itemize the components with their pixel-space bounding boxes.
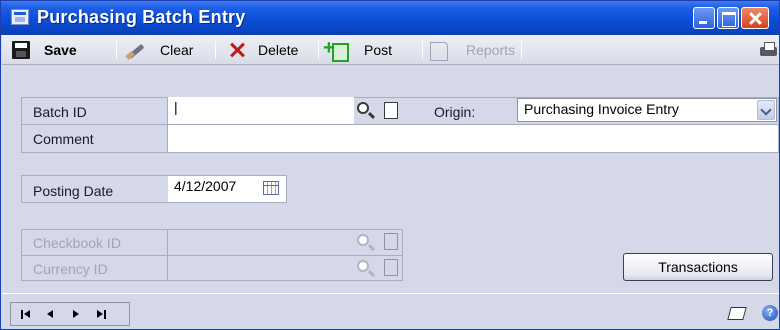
minimize-button[interactable] <box>693 7 715 29</box>
reports-button[interactable]: Reports <box>428 35 515 65</box>
batch-id-lookup-icon[interactable] <box>357 102 369 114</box>
posting-date-value: 4/12/2007 <box>174 178 237 194</box>
next-record-icon[interactable] <box>73 310 79 318</box>
comment-label: Comment <box>33 131 94 147</box>
checkbook-id-input <box>168 230 354 255</box>
currency-id-label: Currency ID <box>33 261 108 277</box>
clear-label: Clear <box>160 42 194 58</box>
eraser-icon <box>126 41 144 59</box>
toolbar-separator <box>521 41 522 59</box>
post-label: Post <box>364 42 393 58</box>
origin-value: Purchasing Invoice Entry <box>524 101 679 117</box>
chevron-down-icon[interactable] <box>757 100 775 120</box>
checkbook-lookup-icon <box>357 234 369 246</box>
delete-label: Delete <box>258 42 299 58</box>
origin-dropdown[interactable]: Purchasing Invoice Entry <box>517 98 777 122</box>
transactions-button[interactable]: Transactions <box>623 253 773 281</box>
help-icon[interactable]: ? <box>762 305 778 321</box>
currency-id-input <box>168 256 354 280</box>
first-record-icon[interactable] <box>24 310 30 318</box>
reports-icon <box>428 41 450 61</box>
save-label: Save <box>44 42 77 58</box>
origin-label: Origin: <box>434 104 476 120</box>
posting-date-label: Posting Date <box>33 183 114 199</box>
batch-id-label: Batch ID <box>33 104 87 120</box>
clear-button[interactable]: Clear <box>126 35 193 65</box>
delete-button[interactable]: Delete <box>228 35 298 65</box>
currency-lookup-icon <box>357 260 369 272</box>
printer-icon[interactable] <box>760 42 778 58</box>
toolbar: Save Clear Delete Post Reports <box>2 35 779 65</box>
toolbar-separator <box>318 41 319 59</box>
currency-new-document-icon <box>384 259 398 276</box>
maximize-button[interactable] <box>717 7 739 29</box>
checkbook-new-document-icon <box>384 233 398 250</box>
delete-x-icon <box>228 41 246 59</box>
post-button[interactable]: Post <box>323 35 393 65</box>
record-navigation <box>10 302 130 326</box>
window-icon <box>11 9 29 25</box>
previous-record-icon[interactable] <box>47 310 53 318</box>
last-record-bar <box>104 310 106 319</box>
batch-id-new-document-icon[interactable] <box>384 102 398 119</box>
post-icon <box>323 37 349 62</box>
first-record-bar <box>21 310 23 319</box>
checkbook-id-label: Checkbook ID <box>33 235 121 251</box>
toolbar-separator <box>116 41 117 59</box>
save-icon <box>12 41 30 59</box>
close-button[interactable] <box>741 7 769 29</box>
note-icon[interactable] <box>728 305 746 321</box>
purchasing-batch-entry-window: Purchasing Batch Entry Save Clear Delete… <box>0 0 780 330</box>
batch-id-input[interactable]: | <box>168 97 354 124</box>
reports-label: Reports <box>466 42 516 58</box>
window-title: Purchasing Batch Entry <box>37 7 246 27</box>
toolbar-separator <box>215 41 216 59</box>
last-record-icon[interactable] <box>97 310 103 318</box>
toolbar-separator <box>422 41 423 59</box>
status-bar: ? <box>2 293 779 329</box>
comment-input[interactable] <box>168 125 778 152</box>
save-button[interactable]: Save <box>12 35 77 65</box>
title-bar[interactable]: Purchasing Batch Entry <box>1 1 779 35</box>
calendar-icon[interactable] <box>263 181 279 195</box>
